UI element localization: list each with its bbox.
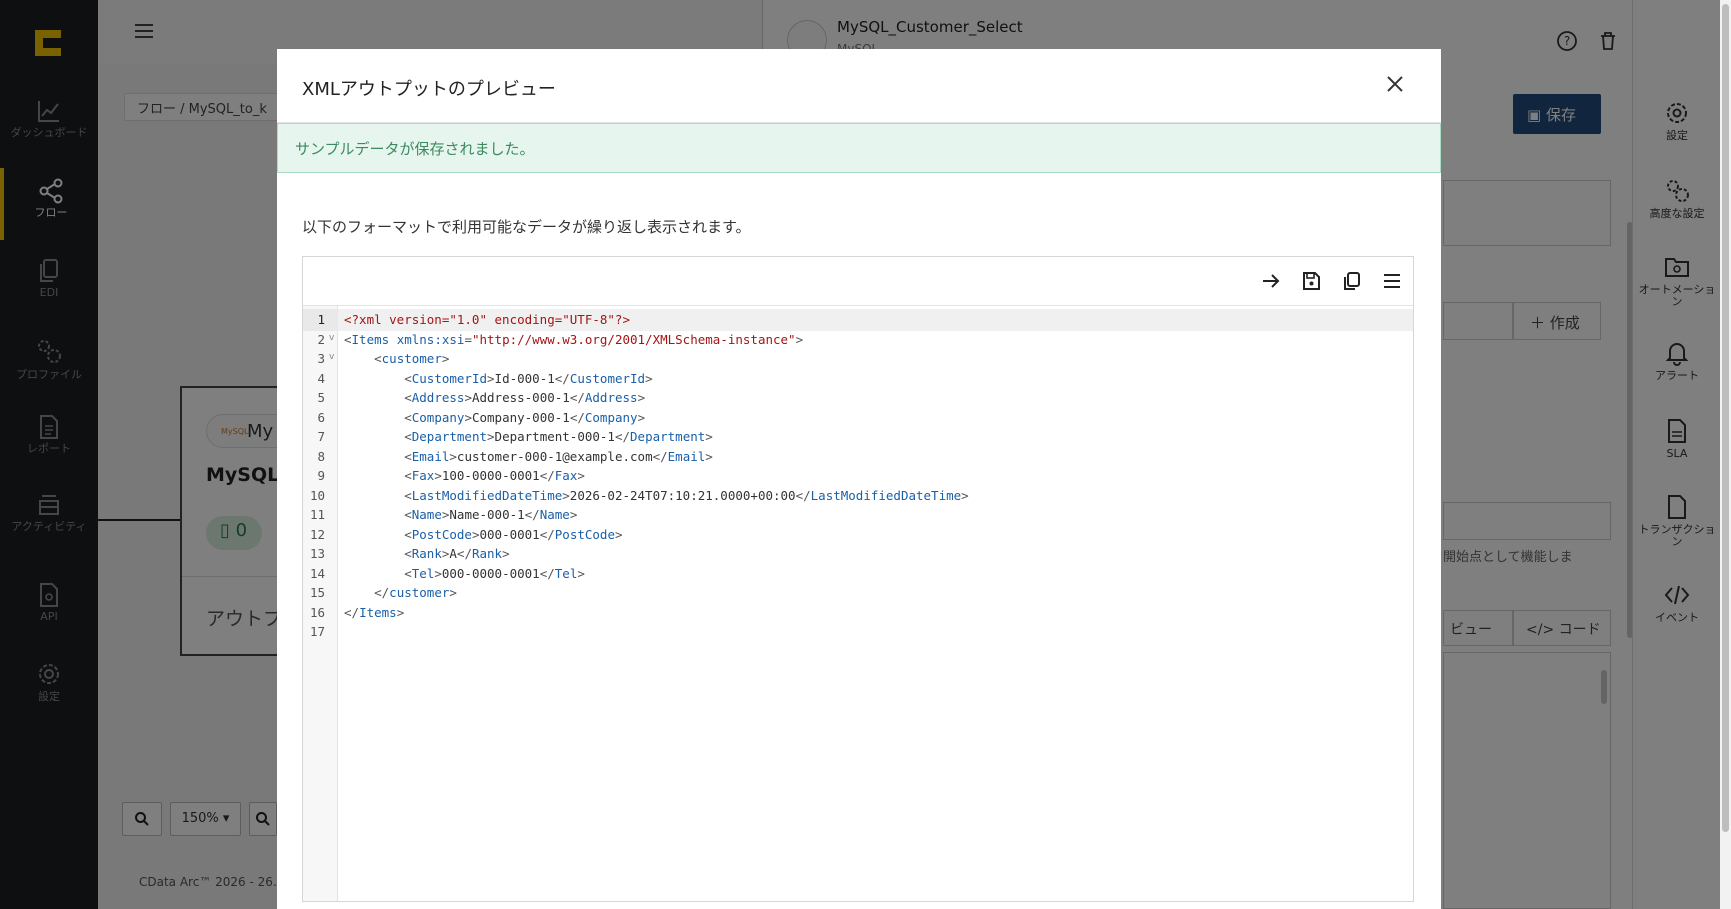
line-number: 15 [309, 585, 325, 600]
code-line[interactable]: <Fax>100-0000-0001</Fax> [338, 465, 1413, 487]
line-number: 11 [309, 507, 325, 522]
fold-chevron-icon[interactable]: v [329, 333, 334, 343]
code-line[interactable]: <LastModifiedDateTime>2026-02-24T07:10:2… [338, 485, 1413, 507]
page-scrollbar[interactable] [1720, 0, 1731, 909]
code-line[interactable]: <Items xmlns:xsi="http://www.w3.org/2001… [338, 329, 1413, 351]
code-line[interactable]: </customer> [338, 582, 1413, 604]
line-number: 5 [317, 390, 325, 405]
page-scrollbar-thumb[interactable] [1722, 4, 1729, 832]
code-line[interactable]: <Email>customer-000-1@example.com</Email… [338, 446, 1413, 468]
line-number: 8 [317, 448, 325, 464]
line-number: 6 [317, 409, 325, 425]
line-number: 7 [317, 429, 325, 444]
line-number: 13 [309, 546, 325, 561]
code-area[interactable]: <?xml version="1.0" encoding="UTF-8"?> <I… [338, 306, 1413, 901]
code-line[interactable] [338, 621, 1413, 643]
line-number: 4 [317, 370, 325, 386]
fold-chevron-icon[interactable]: v [329, 352, 334, 362]
close-icon[interactable] [1383, 72, 1407, 96]
code-line[interactable]: <Rank>A</Rank> [338, 543, 1413, 565]
line-number: 10 [309, 487, 325, 503]
code-line[interactable]: <Company>Company-000-1</Company> [338, 407, 1413, 429]
menu-icon[interactable] [1380, 269, 1404, 293]
code-line[interactable]: <CustomerId>Id-000-1</CustomerId> [338, 368, 1413, 390]
code-line[interactable]: <customer> [338, 348, 1413, 370]
success-alert: サンプルデータが保存されました。 [277, 123, 1441, 173]
save-icon[interactable] [1299, 269, 1323, 293]
arrow-right-icon[interactable] [1259, 269, 1283, 293]
line-number: 14 [309, 565, 325, 581]
line-number: 9 [317, 468, 325, 483]
xml-preview-modal: XMLアウトプットのプレビュー サンプルデータが保存されました。 以下のフォーマ… [277, 49, 1441, 909]
code-line[interactable]: <Name>Name-000-1</Name> [338, 504, 1413, 526]
code-line[interactable]: <Tel>000-0000-0001</Tel> [338, 563, 1413, 585]
code-line[interactable]: <?xml version="1.0" encoding="UTF-8"?> [338, 309, 1413, 331]
code-line[interactable]: <PostCode>000-0001</PostCode> [338, 524, 1413, 546]
line-number: 17 [309, 624, 325, 639]
line-number-gutter: 1 2 v 3 v 4 5 6 7 8 9 10 11 12 13 14 15 16 17 [303, 306, 338, 901]
modal-description: 以下のフォーマットで利用可能なデータが繰り返し表示されます。 [302, 218, 751, 236]
code-line[interactable]: <Department>Department-000-1</Department… [338, 426, 1413, 448]
line-number: 1 [303, 309, 338, 331]
line-number: 16 [309, 604, 325, 620]
code-line[interactable]: <Address>Address-000-1</Address> [338, 387, 1413, 409]
xml-editor[interactable]: 1 2 v 3 v 4 5 6 7 8 9 10 11 12 13 14 15 16 17 <?xml versio… [302, 256, 1414, 902]
line-number: 12 [309, 526, 325, 542]
editor-toolbar [303, 257, 1413, 306]
modal-title: XMLアウトプットのプレビュー [302, 79, 556, 100]
code-line[interactable]: </Items> [338, 602, 1413, 624]
copy-icon[interactable] [1340, 269, 1364, 293]
